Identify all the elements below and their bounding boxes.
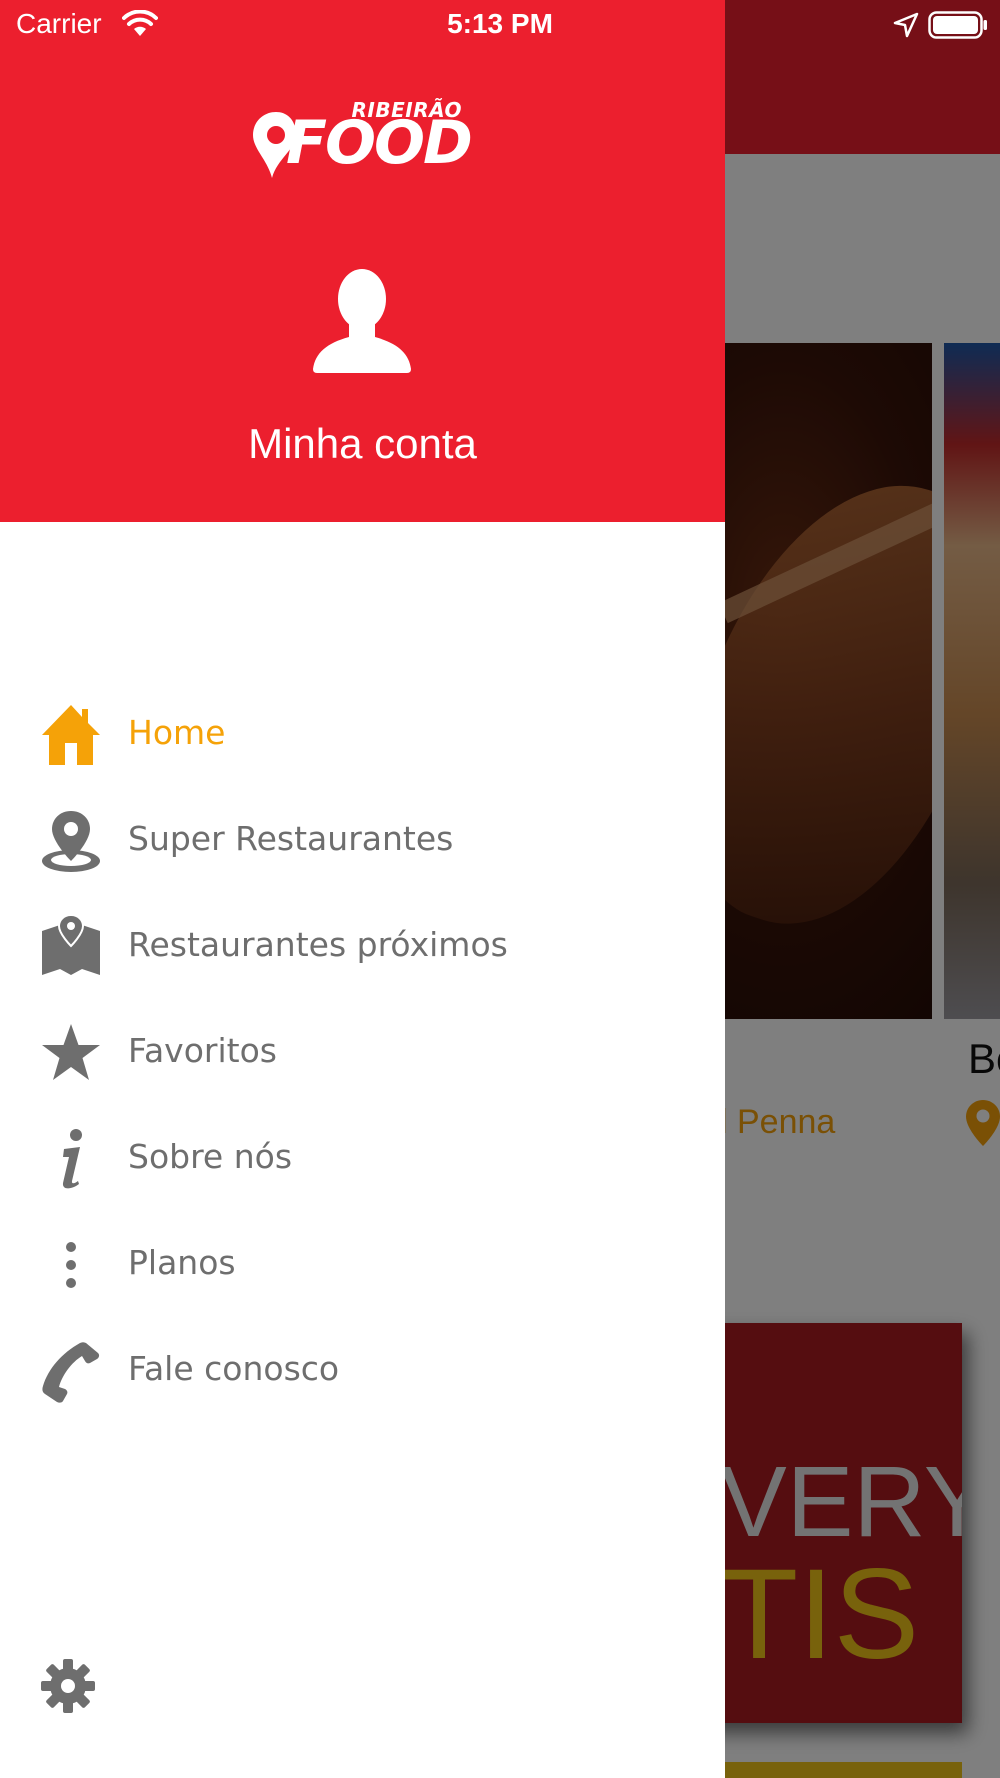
star-icon	[40, 1021, 102, 1085]
menu-item-super-restaurantes[interactable]: Super Restaurantes	[0, 791, 725, 891]
menu-item-fale-conosco[interactable]: Fale conosco	[0, 1321, 725, 1421]
side-drawer: RIBEIRÃO FOOD Minha conta Home Super Res…	[0, 0, 725, 1778]
logo-text-big: FOOD	[286, 108, 473, 178]
brand-logo: RIBEIRÃO FOOD	[250, 98, 473, 184]
battery-icon	[928, 11, 987, 39]
account-label[interactable]: Minha conta	[0, 420, 725, 468]
home-icon	[40, 703, 102, 767]
menu-item-label: Sobre nós	[128, 1137, 293, 1176]
phone-icon	[40, 1339, 102, 1403]
more-vertical-icon	[40, 1233, 102, 1297]
location-arrow-icon	[893, 12, 919, 38]
menu-item-planos[interactable]: Planos	[0, 1215, 725, 1315]
avatar-icon[interactable]	[313, 265, 411, 373]
status-bar: Carrier 5:13 PM	[0, 0, 1000, 50]
menu-item-label: Favoritos	[128, 1031, 277, 1070]
menu-item-label: Planos	[128, 1243, 236, 1282]
menu-item-restaurantes-proximos[interactable]: Restaurantes próximos	[0, 897, 725, 997]
status-time: 5:13 PM	[447, 8, 553, 39]
menu-item-label: Super Restaurantes	[128, 819, 454, 858]
menu-item-label: Restaurantes próximos	[128, 925, 508, 964]
gear-icon[interactable]	[40, 1658, 96, 1714]
menu-item-label: Home	[128, 713, 226, 752]
info-icon	[40, 1127, 102, 1191]
menu-item-sobre-nos[interactable]: Sobre nós	[0, 1109, 725, 1209]
menu-item-label: Fale conosco	[128, 1349, 340, 1388]
map-pin-icon	[40, 809, 102, 873]
menu-item-home[interactable]: Home	[0, 685, 725, 785]
menu-item-favoritos[interactable]: Favoritos	[0, 1003, 725, 1103]
drawer-header: RIBEIRÃO FOOD Minha conta	[0, 0, 725, 522]
map-icon	[40, 913, 102, 979]
